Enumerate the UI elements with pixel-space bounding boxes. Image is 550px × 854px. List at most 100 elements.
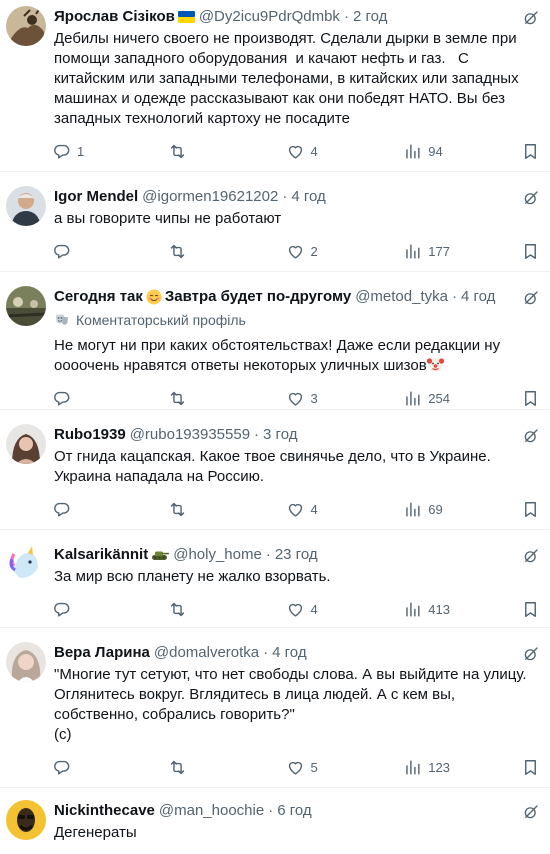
reply-tweet[interactable]: Kalsarikännit @holy_home · 23 год За мир… (0, 530, 550, 628)
author-name[interactable]: Nickinthecave (54, 801, 155, 821)
retweet-button[interactable] (168, 242, 286, 261)
grok-button[interactable] (522, 427, 540, 445)
like-button[interactable]: 4 (286, 142, 404, 161)
avatar[interactable] (6, 186, 46, 226)
like-button[interactable]: 2 (286, 242, 404, 261)
retweet-button[interactable] (168, 500, 286, 519)
like-count: 2 (310, 243, 318, 259)
avatar[interactable] (6, 286, 46, 326)
tweet-text: Дегенераты (54, 824, 137, 841)
author-name[interactable]: Igor Mendel (54, 187, 138, 207)
heart-icon (286, 242, 305, 261)
author-name-continued[interactable]: Завтра будет по-другому (165, 287, 351, 307)
grok-button[interactable] (522, 9, 540, 27)
reply-tweet[interactable]: Ярослав Сізіков @Dy2icu9PdrQdmbk · 2 год… (0, 0, 550, 172)
reply-button[interactable] (52, 500, 168, 519)
action-bar: 5 123 (52, 745, 540, 789)
grok-button[interactable] (522, 289, 540, 307)
author-handle[interactable]: @metod_tyka (355, 287, 448, 307)
timestamp[interactable]: 3 год (263, 425, 297, 445)
timestamp[interactable]: 4 год (461, 287, 495, 307)
author-handle[interactable]: @holy_home (173, 545, 262, 565)
author-handle[interactable]: @rubo193935559 (130, 425, 250, 445)
author-name[interactable]: Сегодня так (54, 287, 143, 307)
reply-button[interactable] (52, 389, 168, 408)
separator-dot: · (451, 288, 457, 305)
bookmark-button[interactable] (521, 758, 540, 777)
retweet-button[interactable] (168, 600, 286, 619)
avatar[interactable] (6, 800, 46, 840)
bookmark-icon (521, 500, 540, 519)
retweet-button[interactable] (168, 142, 286, 161)
like-button[interactable]: 4 (286, 500, 404, 519)
grok-button[interactable] (522, 645, 540, 663)
avatar[interactable] (6, 642, 46, 682)
like-count: 4 (310, 143, 318, 159)
reply-tweet[interactable]: Igor Mendel @igormen19621202 · 4 год а в… (0, 172, 550, 272)
like-count: 3 (310, 390, 318, 406)
bookmark-button[interactable] (521, 389, 540, 408)
timestamp[interactable]: 6 год (277, 801, 311, 821)
timestamp[interactable]: 4 год (291, 187, 325, 207)
timestamp[interactable]: 23 год (275, 545, 318, 565)
grok-button[interactable] (522, 547, 540, 565)
separator-dot: · (268, 802, 274, 819)
bookmark-button[interactable] (521, 242, 540, 261)
views-button[interactable]: 254 (403, 389, 521, 408)
author-name[interactable]: Вера Ларина (54, 643, 150, 663)
reply-tweet[interactable]: Сегодня так Завтра будет по-другому @met… (0, 272, 550, 410)
bookmark-icon (521, 389, 540, 408)
like-button[interactable]: 3 (286, 389, 404, 408)
bookmark-button[interactable] (521, 500, 540, 519)
author-handle[interactable]: @Dy2icu9PdrQdmbk (199, 7, 340, 27)
tweet-text: За мир всю планету не жалко взорвать. (54, 568, 331, 585)
reply-button[interactable] (52, 242, 168, 261)
bookmark-button[interactable] (521, 600, 540, 619)
bookmark-icon (521, 142, 540, 161)
views-button[interactable]: 123 (403, 758, 521, 777)
views-button[interactable]: 94 (403, 142, 521, 161)
reply-tweet[interactable]: Nickinthecave @man_hoochie · 6 год Деген… (0, 788, 550, 854)
author-name[interactable]: Kalsarikännit (54, 545, 148, 565)
avatar[interactable] (6, 6, 46, 46)
reply-tweet[interactable]: Вера Ларина @domalverotka · 4 год "Многи… (0, 628, 550, 788)
reply-icon (52, 600, 71, 619)
views-icon (403, 758, 422, 777)
retweet-icon (168, 389, 187, 408)
avatar[interactable] (6, 544, 46, 584)
bookmark-icon (521, 600, 540, 619)
reply-button[interactable]: 1 (52, 142, 168, 161)
view-count: 94 (428, 143, 443, 159)
retweet-button[interactable] (168, 758, 286, 777)
views-button[interactable]: 413 (403, 600, 521, 619)
timestamp[interactable]: 4 год (272, 643, 306, 663)
author-name[interactable]: Ярослав Сізіков (54, 7, 175, 27)
reply-button[interactable] (52, 758, 168, 777)
grok-button[interactable] (522, 803, 540, 821)
retweet-icon (168, 600, 187, 619)
views-button[interactable]: 69 (403, 500, 521, 519)
reply-icon (52, 758, 71, 777)
bookmark-button[interactable] (521, 142, 540, 161)
relieved-face-icon (146, 289, 162, 305)
like-button[interactable]: 4 (286, 600, 404, 619)
timestamp[interactable]: 2 год (353, 7, 387, 27)
retweet-button[interactable] (168, 389, 286, 408)
view-count: 254 (428, 390, 450, 406)
retweet-icon (168, 500, 187, 519)
heart-icon (286, 758, 305, 777)
author-handle[interactable]: @igormen19621202 (142, 187, 278, 207)
author-name[interactable]: Rubo1939 (54, 425, 126, 445)
author-handle[interactable]: @man_hoochie (159, 801, 264, 821)
views-icon (403, 500, 422, 519)
reply-feed: Ярослав Сізіков @Dy2icu9PdrQdmbk · 2 год… (0, 0, 550, 854)
bookmark-icon (521, 242, 540, 261)
avatar[interactable] (6, 424, 46, 464)
views-button[interactable]: 177 (403, 242, 521, 261)
grok-button[interactable] (522, 189, 540, 207)
author-handle[interactable]: @domalverotka (154, 643, 259, 663)
reply-tweet[interactable]: Rubo1939 @rubo193935559 · 3 год От гнида… (0, 410, 550, 530)
like-button[interactable]: 5 (286, 758, 404, 777)
grok-icon (522, 9, 540, 27)
reply-button[interactable] (52, 600, 168, 619)
